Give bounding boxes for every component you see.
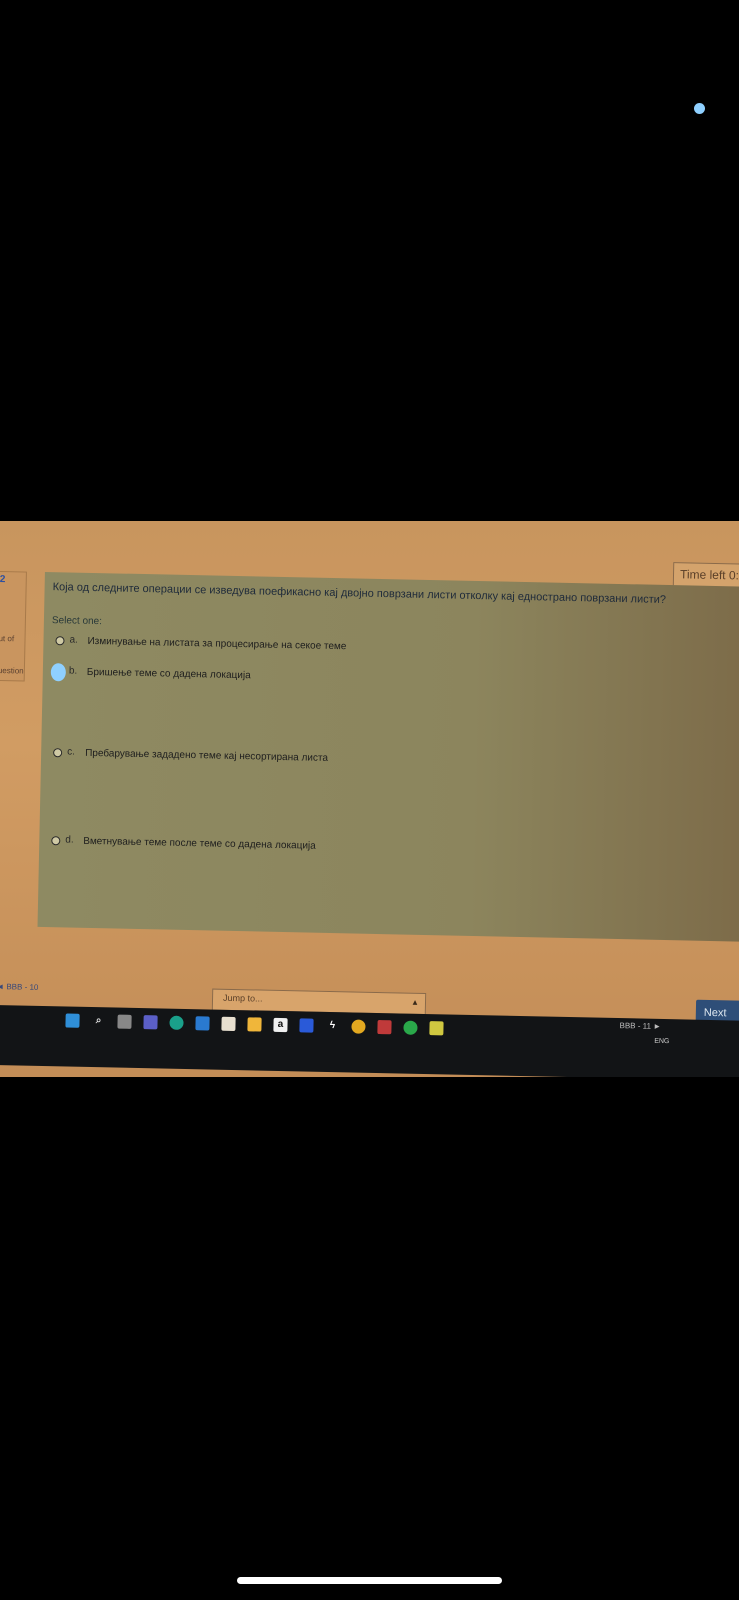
chevron-down-icon: ▲: [410, 997, 420, 1007]
file-explorer-icon[interactable]: [247, 1017, 262, 1032]
option-letter: b.: [68, 665, 78, 677]
app-icon[interactable]: [377, 1020, 392, 1035]
windows-start-icon[interactable]: [65, 1013, 80, 1028]
option-text: Бришење теме со дадена локација: [86, 666, 251, 682]
option-text: Пребарување зададено теме кај несортиран…: [85, 747, 329, 764]
task-view-icon[interactable]: [117, 1014, 132, 1029]
option-letter: c.: [67, 746, 76, 758]
select-one-label: Select one:: [51, 615, 103, 628]
quiz-navigation-panel: 2 ut of uestion: [0, 570, 27, 682]
option-text: Изминување на листата за процесирање на …: [87, 635, 347, 653]
teams-icon[interactable]: [143, 1015, 158, 1030]
option-letter: a.: [69, 634, 78, 646]
edge-icon[interactable]: [169, 1015, 184, 1030]
home-indicator[interactable]: [237, 1577, 502, 1584]
media-player-icon[interactable]: [403, 1020, 418, 1035]
store-icon[interactable]: [221, 1016, 236, 1032]
next-activity-link[interactable]: BBB - 11 ►: [619, 1021, 661, 1031]
option-letter: d.: [65, 834, 74, 846]
mail-icon[interactable]: [195, 1016, 210, 1031]
dropbox-icon[interactable]: [299, 1018, 314, 1033]
windows-taskbar: ⌕ a ϟ BBB - 11 ► ENG: [0, 1004, 739, 1077]
previous-activity-link[interactable]: ◄ BBB - 10: [0, 982, 38, 992]
radio-a[interactable]: [55, 636, 65, 646]
question-text: Која од следните операции се изведува по…: [52, 581, 667, 606]
amazon-icon[interactable]: a: [273, 1017, 288, 1033]
radio-d[interactable]: [51, 836, 61, 846]
question-card: Која од следните операции се изведува по…: [37, 571, 739, 942]
quiz-screen: Time left 0: 2 ut of uestion Која од сле…: [0, 521, 739, 1077]
chrome-icon[interactable]: [351, 1019, 366, 1034]
flag-question-label[interactable]: uestion: [0, 666, 24, 676]
status-dot: [694, 103, 705, 114]
bolt-icon[interactable]: ϟ: [325, 1019, 339, 1033]
question-number: 2: [0, 574, 6, 586]
norton-icon[interactable]: [429, 1021, 444, 1036]
jump-to-label: Jump to...: [222, 992, 263, 1004]
photographed-monitor: Time left 0: 2 ut of uestion Која од сле…: [0, 521, 739, 1077]
radio-c[interactable]: [53, 748, 63, 758]
points-label: ut of: [0, 633, 15, 644]
option-text: Вметнување теме после теме со дадена лок…: [83, 835, 316, 852]
search-icon[interactable]: ⌕: [91, 1014, 105, 1028]
radio-b[interactable]: [50, 663, 67, 682]
language-indicator[interactable]: ENG: [654, 1038, 669, 1045]
